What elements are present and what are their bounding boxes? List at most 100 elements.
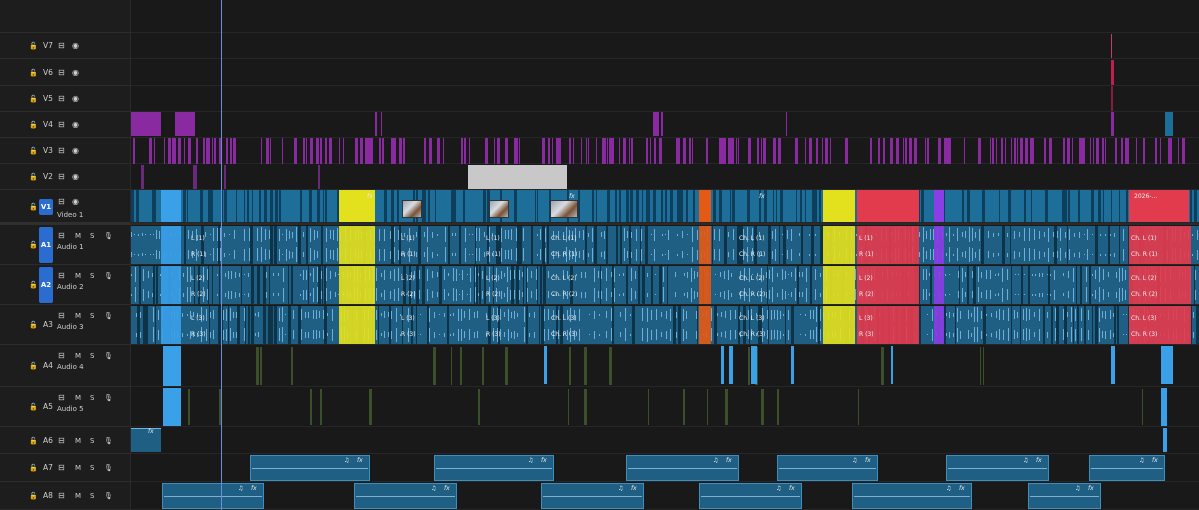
- voiceover-mic-icon[interactable]: 🎙: [104, 394, 113, 402]
- clip-edge[interactable]: [447, 306, 449, 344]
- sync-lock-icon[interactable]: ⊟: [58, 492, 65, 500]
- clip-edge[interactable]: [1084, 306, 1086, 344]
- video-clip[interactable]: [653, 112, 659, 136]
- clip-edge[interactable]: [1010, 226, 1011, 264]
- lock-icon[interactable]: 🔓: [29, 281, 38, 289]
- clip-edge[interactable]: [263, 306, 266, 344]
- clip-edge[interactable]: [593, 190, 594, 222]
- clip-edge[interactable]: [137, 306, 140, 344]
- clip-edge[interactable]: [224, 190, 227, 222]
- lock-icon[interactable]: 🔓: [29, 95, 38, 103]
- video-clip[interactable]: [175, 112, 195, 136]
- video-clip[interactable]: [870, 138, 872, 164]
- video-clip[interactable]: [650, 138, 651, 164]
- clip-edge[interactable]: [1054, 226, 1057, 264]
- clip-edge[interactable]: [686, 190, 688, 222]
- clip-edge[interactable]: [626, 266, 628, 304]
- clip-edge[interactable]: [194, 266, 195, 304]
- audio-clip[interactable]: [699, 306, 711, 344]
- audio-clip[interactable]: [699, 226, 711, 264]
- lock-icon[interactable]: 🔓: [29, 69, 38, 77]
- video-clip[interactable]: [303, 138, 305, 164]
- sync-lock-icon[interactable]: ⊟: [58, 394, 65, 402]
- clip-edge[interactable]: [389, 306, 391, 344]
- clip-edge[interactable]: [578, 190, 580, 222]
- video-clip[interactable]: [1160, 138, 1161, 164]
- audio-clip[interactable]: [891, 346, 893, 384]
- video-clip[interactable]: [1111, 112, 1114, 136]
- video-clip[interactable]: [175, 138, 176, 164]
- audio-clip[interactable]: [163, 346, 181, 386]
- video-clip[interactable]: [607, 138, 608, 164]
- clip-edge[interactable]: [1194, 266, 1195, 304]
- clip-edge[interactable]: [719, 190, 722, 222]
- video-clip[interactable]: [161, 190, 181, 222]
- video-clip[interactable]: [184, 138, 185, 164]
- clip-edge[interactable]: [724, 226, 727, 264]
- audio-clip[interactable]: [161, 226, 181, 264]
- clip-edge[interactable]: [535, 190, 536, 222]
- clip-edge[interactable]: [399, 226, 401, 264]
- audio-clip[interactable]: [339, 266, 375, 304]
- video-clip[interactable]: [266, 138, 269, 164]
- video-clip[interactable]: [552, 138, 553, 164]
- audio-clip[interactable]: [188, 389, 190, 425]
- sync-lock-icon[interactable]: ⊟: [58, 352, 65, 360]
- clip-edge[interactable]: [511, 266, 514, 304]
- clip-edge[interactable]: [219, 266, 220, 304]
- video-clip[interactable]: [1001, 138, 1003, 164]
- clip-edge[interactable]: [146, 306, 148, 344]
- clip-edge[interactable]: [487, 226, 489, 264]
- clip-edge[interactable]: [1095, 226, 1098, 264]
- voiceover-mic-icon[interactable]: 🎙: [104, 464, 113, 472]
- clip-edge[interactable]: [1064, 190, 1067, 222]
- audio-clip[interactable]: [881, 347, 884, 385]
- eye-icon[interactable]: ◉: [72, 198, 79, 206]
- video-clip[interactable]: [706, 138, 708, 164]
- clip-edge[interactable]: [252, 190, 253, 222]
- video-clip[interactable]: [485, 138, 488, 164]
- video-clip[interactable]: [914, 138, 917, 164]
- clip-edge[interactable]: [384, 190, 387, 222]
- clip-edge[interactable]: [967, 266, 969, 304]
- video-clip[interactable]: [611, 138, 614, 164]
- clip-edge[interactable]: [250, 226, 253, 264]
- video-clip[interactable]: [306, 138, 307, 164]
- clip-edge[interactable]: [743, 306, 746, 344]
- video-clip[interactable]: [786, 112, 787, 136]
- video-clip[interactable]: [399, 138, 402, 164]
- clip-edge[interactable]: [516, 266, 519, 304]
- clip-edge[interactable]: [673, 306, 676, 344]
- clip-edge[interactable]: [222, 190, 223, 222]
- video-clip[interactable]: [757, 138, 759, 164]
- clip-edge[interactable]: [647, 190, 650, 222]
- clip-edge[interactable]: [645, 226, 648, 264]
- video-clip[interactable]: [270, 138, 271, 164]
- clip-edge[interactable]: [248, 306, 250, 344]
- video-clip[interactable]: [934, 190, 944, 222]
- eye-icon[interactable]: ◉: [72, 95, 79, 103]
- video-clip[interactable]: [581, 138, 582, 164]
- clip-edge[interactable]: [463, 190, 465, 222]
- clip-edge[interactable]: [653, 190, 656, 222]
- clip-edge[interactable]: [693, 190, 695, 222]
- sync-lock-icon[interactable]: ⊟: [58, 95, 65, 103]
- video-clip[interactable]: [1143, 138, 1145, 164]
- clip-edge[interactable]: [378, 306, 379, 344]
- audio-clip[interactable]: [823, 306, 855, 344]
- video-clip[interactable]: [1068, 138, 1070, 164]
- lock-icon[interactable]: 🔓: [29, 403, 38, 411]
- clip-edge[interactable]: [1190, 190, 1192, 222]
- clip-edge[interactable]: [585, 226, 587, 264]
- video-clip[interactable]: [677, 138, 680, 164]
- audio-clip[interactable]: [983, 347, 984, 385]
- audio-clip[interactable]: [683, 389, 685, 425]
- clip-edge[interactable]: [418, 226, 421, 264]
- video-clip[interactable]: [1031, 138, 1034, 164]
- audio-clip[interactable]: [857, 266, 919, 304]
- video-clip[interactable]: [619, 138, 620, 164]
- clip-edge[interactable]: [209, 306, 210, 344]
- video-clip[interactable]: [1025, 138, 1028, 164]
- clip-edge[interactable]: [638, 266, 640, 304]
- clip-edge[interactable]: [661, 190, 663, 222]
